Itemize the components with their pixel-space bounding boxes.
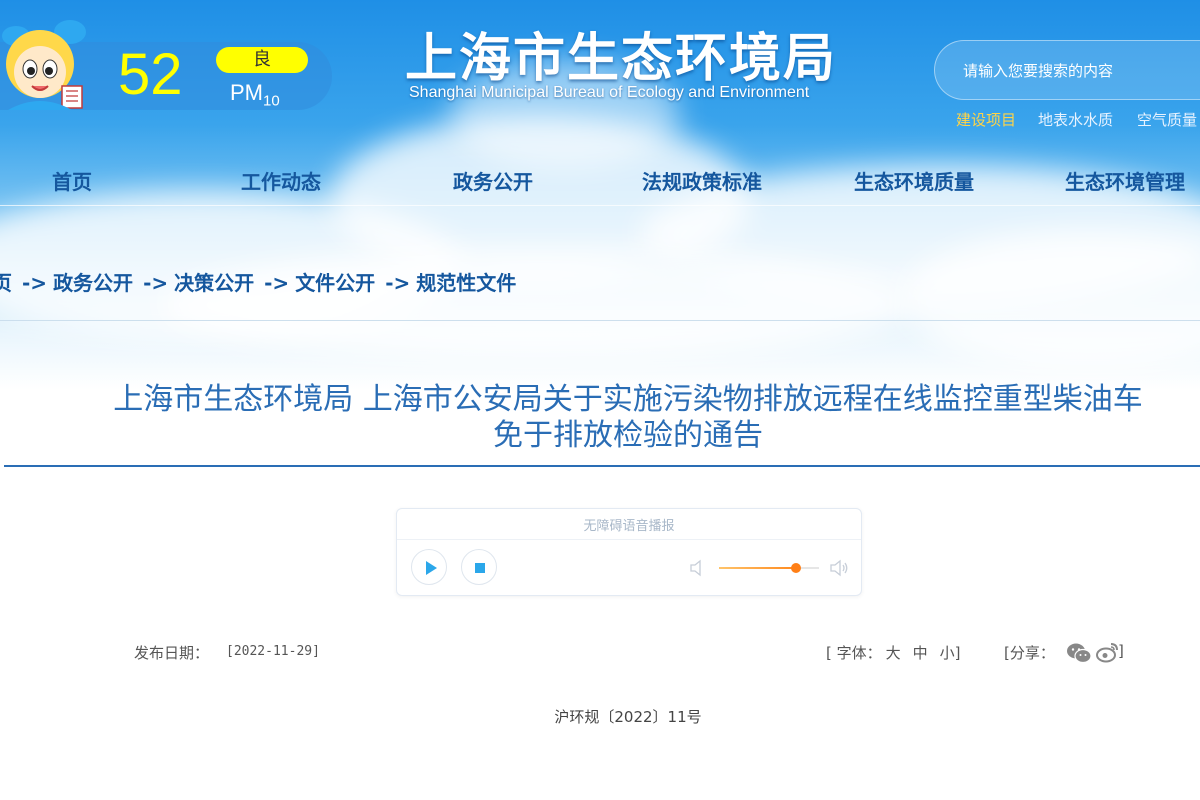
document-number: 沪环规〔2022〕11号 <box>554 708 702 726</box>
quick-link-air-quality[interactable]: 空气质量 <box>1137 109 1197 130</box>
title-underline <box>4 465 1200 467</box>
play-icon <box>426 561 437 575</box>
article-title-line-2: 免于排放检验的通告 <box>493 418 763 453</box>
share-close-bracket: ] <box>1118 642 1124 660</box>
publish-date-label: 发布日期： <box>134 644 210 662</box>
search-box[interactable] <box>934 40 1200 100</box>
breadcrumb-divider <box>0 320 1200 321</box>
breadcrumb-item-government-affairs[interactable]: 政务公开 <box>53 271 133 295</box>
quick-link-surface-water[interactable]: 地表水水质 <box>1038 109 1113 130</box>
publish-date-value: [2022-11-29] <box>226 644 320 659</box>
site-title: 上海市生态环境局 <box>405 29 838 89</box>
site-subtitle: Shanghai Municipal Bureau of Ecology and… <box>409 84 810 101</box>
quick-link-construction-projects[interactable]: 建设项目 <box>956 109 1016 130</box>
font-size-controls: [ 字体：大中小] <box>826 642 961 663</box>
aqi-pollutant: PM10 <box>230 80 280 109</box>
nav-item-work-news[interactable]: 工作动态 <box>241 166 321 195</box>
breadcrumb-item-document-disclosure[interactable]: 文件公开 <box>295 271 375 295</box>
breadcrumb-item-decision-disclosure[interactable]: 决策公开 <box>174 271 254 295</box>
audio-player: 无障碍语音播报 <box>396 508 862 596</box>
font-size-medium[interactable]: 中 <box>913 644 928 662</box>
aqi-level-badge: 良 <box>216 47 308 73</box>
nav-item-regulations[interactable]: 法规政策标准 <box>642 166 762 195</box>
volume-low-icon[interactable] <box>689 559 705 577</box>
weibo-icon[interactable] <box>1096 640 1120 664</box>
volume-slider-handle[interactable] <box>791 563 801 573</box>
breadcrumb-separator: -> <box>385 271 411 295</box>
article-title-line-1: 上海市生态环境局 上海市公安局关于实施污染物排放远程在线监控重型柴油车 <box>113 382 1143 417</box>
breadcrumb-separator: -> <box>22 271 48 295</box>
search-input[interactable] <box>961 59 1200 83</box>
breadcrumb-separator: -> <box>264 271 290 295</box>
volume-high-icon[interactable] <box>829 559 849 577</box>
font-size-small[interactable]: 小] <box>940 644 961 662</box>
audio-player-label: 无障碍语音播报 <box>583 519 675 534</box>
breadcrumb-item-normative-documents[interactable]: 规范性文件 <box>416 271 516 295</box>
breadcrumb-item-home[interactable]: 页 <box>0 271 12 295</box>
nav-item-environment-quality[interactable]: 生态环境质量 <box>854 166 974 195</box>
mascot-icon <box>2 20 86 110</box>
audio-player-divider <box>397 539 861 540</box>
volume-slider[interactable] <box>719 563 819 573</box>
breadcrumb-separator: -> <box>143 271 169 295</box>
font-size-large[interactable]: 大 <box>886 644 901 662</box>
share-label: [分享： <box>1004 644 1055 662</box>
nav-divider <box>0 205 1200 206</box>
nav-item-government-affairs[interactable]: 政务公开 <box>453 166 533 195</box>
article-title: 上海市生态环境局 上海市公安局关于实施污染物排放远程在线监控重型柴油车 免于排放… <box>0 382 1200 454</box>
wechat-icon[interactable] <box>1066 642 1092 664</box>
nav-item-home[interactable]: 首页 <box>52 166 92 195</box>
stop-button[interactable] <box>461 549 497 585</box>
font-size-label: [ 字体： <box>826 644 882 662</box>
play-button[interactable] <box>411 549 447 585</box>
aqi-pollutant-name: PM <box>230 80 263 105</box>
volume-slider-fill <box>719 567 796 569</box>
aqi-value: 52 <box>118 42 183 107</box>
nav-item-environment-management[interactable]: 生态环境管理 <box>1065 166 1185 195</box>
aqi-pollutant-sub: 10 <box>263 92 280 110</box>
stop-icon <box>475 563 485 573</box>
breadcrumb: 页 -> 政务公开 -> 决策公开 -> 文件公开 -> 规范性文件 <box>0 267 516 296</box>
